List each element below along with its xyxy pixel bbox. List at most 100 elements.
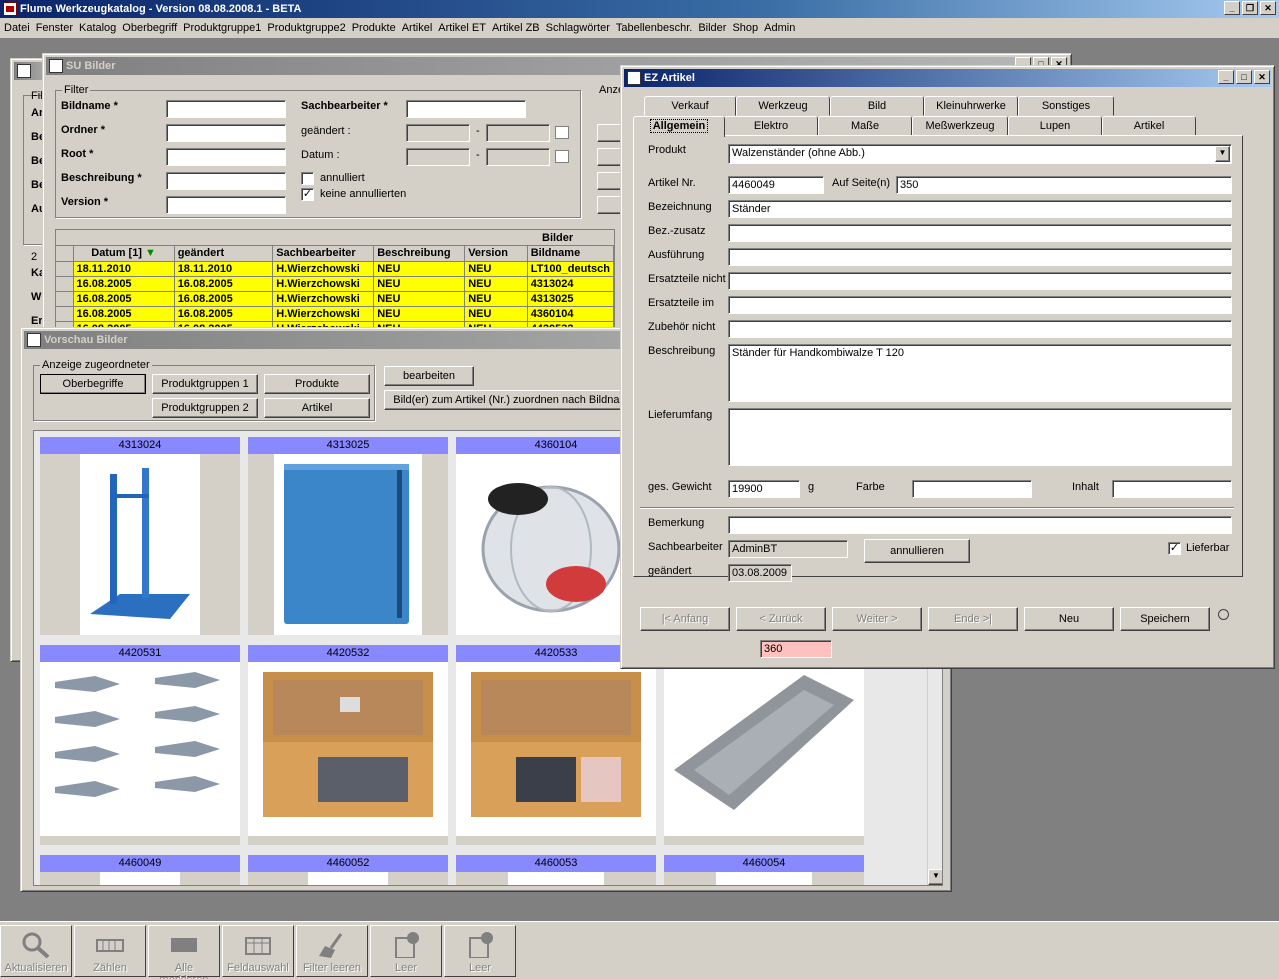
menu-bilder[interactable]: Bilder — [698, 22, 732, 34]
table-row[interactable]: 16.08.200516.08.2005H.WierzchowskiNEUNEU… — [56, 291, 614, 307]
image-tile[interactable]: 4420533 — [456, 645, 656, 845]
col-geaendert[interactable]: geändert — [174, 246, 274, 262]
ersatzteile-nicht-input[interactable] — [728, 272, 1232, 290]
image-tile[interactable] — [664, 645, 864, 845]
beschreibung-textarea[interactable]: Ständer für Handkombiwalze T 120 — [728, 344, 1232, 402]
ersatzteile-im-input[interactable] — [728, 296, 1232, 314]
zubehoer-nicht-input[interactable] — [728, 320, 1232, 338]
artikel-button[interactable]: Artikel — [264, 398, 370, 418]
tab-bild[interactable]: Bild — [830, 96, 924, 116]
geaendert-to-input[interactable] — [486, 124, 550, 142]
menu-tabellenbeschr[interactable]: Tabellenbeschr. — [616, 22, 698, 34]
menu-fenster[interactable]: Fenster — [36, 22, 79, 34]
tab-kleinuhrwerke[interactable]: Kleinuhrwerke — [924, 96, 1018, 116]
col-sachbearbeiter[interactable]: Sachbearbeiter — [272, 246, 375, 262]
col-bildname[interactable]: Bildname — [527, 246, 614, 262]
table-row[interactable]: 16.08.200516.08.2005H.WierzchowskiNEUNEU… — [56, 276, 614, 292]
menu-datei[interactable]: Datei — [4, 22, 36, 34]
leer-button-1[interactable]: Leer — [370, 925, 442, 977]
restore-button[interactable]: ❐ — [1242, 1, 1258, 15]
bearbeiten-button[interactable]: bearbeiten — [384, 366, 474, 386]
tab-artikel[interactable]: Artikel — [1102, 116, 1196, 136]
menu-admin[interactable]: Admin — [764, 22, 801, 34]
oberbegriffe-button[interactable]: Oberbegriffe — [40, 374, 146, 394]
minimize-button[interactable]: _ — [1218, 70, 1234, 84]
menu-katalog[interactable]: Katalog — [79, 22, 122, 34]
datum-to-input[interactable] — [486, 148, 550, 166]
ausfuehrung-input[interactable] — [728, 248, 1232, 266]
gewicht-input[interactable]: 19900 — [728, 480, 800, 498]
menu-produktgruppe1[interactable]: Produktgruppe1 — [183, 22, 267, 34]
bemerkung-input[interactable] — [728, 516, 1232, 534]
zaehlen-button[interactable]: Zählen — [74, 925, 146, 977]
menu-artikel-et[interactable]: Artikel ET — [438, 22, 492, 34]
aktualisieren-button[interactable]: Aktualisieren — [0, 925, 72, 977]
menu-produktgruppe2[interactable]: Produktgruppe2 — [267, 22, 351, 34]
root-input[interactable] — [166, 148, 286, 166]
farbe-input[interactable] — [912, 480, 1032, 498]
speichern-button[interactable]: Speichern — [1120, 607, 1210, 631]
version-input[interactable] — [166, 196, 286, 214]
table-row[interactable]: 18.11.2010 18.11.2010 H.Wierzchowski NEU NEU… — [56, 261, 614, 277]
chevron-down-icon[interactable]: ▼ — [1215, 146, 1230, 162]
filter-leeren-button[interactable]: Filter leeren — [296, 925, 368, 977]
lieferbar-checkbox[interactable]: ✓ — [1168, 542, 1181, 555]
weiter-button[interactable]: Weiter > — [832, 607, 922, 631]
tab-elektro[interactable]: Elektro — [724, 116, 818, 136]
image-tile[interactable]: 4420531 — [40, 645, 240, 845]
anfang-button[interactable]: |< Anfang — [640, 607, 730, 631]
table-row[interactable]: 16.08.200516.08.2005H.WierzchowskiNEUNEU… — [56, 306, 614, 322]
artikel-nr-input[interactable]: 4460049 — [728, 176, 824, 194]
produkt-select[interactable]: Walzenständer (ohne Abb.) — [728, 144, 1232, 164]
col-datum[interactable]: Datum [1] ▼ — [73, 246, 175, 262]
lieferumfang-textarea[interactable] — [728, 408, 1232, 466]
annulliert-checkbox[interactable] — [301, 172, 314, 185]
col-version[interactable]: Version — [464, 246, 528, 262]
close-button[interactable]: ✕ — [1260, 1, 1276, 15]
menu-artikel[interactable]: Artikel — [402, 22, 439, 34]
auf-seite-input[interactable]: 350 — [896, 176, 1232, 194]
inhalt-input[interactable] — [1112, 480, 1232, 498]
image-tile[interactable]: 4460054 — [664, 855, 864, 885]
beschreibung-input[interactable] — [166, 172, 286, 190]
zuordnen-button[interactable]: Bild(er) zum Artikel (Nr.) zuordnen nach… — [384, 390, 644, 410]
neu-button[interactable]: Neu — [1024, 607, 1114, 631]
tab-allgemein[interactable]: Allgemein — [633, 116, 725, 137]
tab-verkauf[interactable]: Verkauf — [644, 96, 736, 116]
alle-markieren-button[interactable]: Alle markieren — [148, 925, 220, 979]
calendar-icon[interactable] — [555, 126, 569, 139]
sachbearbeiter-input[interactable] — [406, 100, 526, 118]
keine-annullierten-checkbox[interactable]: ✓ — [301, 188, 314, 201]
tab-sonstiges[interactable]: Sonstiges — [1018, 96, 1114, 116]
menu-shop[interactable]: Shop — [732, 22, 764, 34]
tab-masse[interactable]: Maße — [818, 116, 912, 136]
menu-produkte[interactable]: Produkte — [352, 22, 402, 34]
image-tile[interactable]: 4460053 — [456, 855, 656, 885]
datum-from-input[interactable] — [406, 148, 470, 166]
annullieren-button[interactable]: annullieren — [864, 539, 970, 563]
menu-artikel-zb[interactable]: Artikel ZB — [492, 22, 546, 34]
ende-button[interactable]: Ende >| — [928, 607, 1018, 631]
tab-lupen[interactable]: Lupen — [1008, 116, 1102, 136]
bez-zusatz-input[interactable] — [728, 224, 1232, 242]
image-tile[interactable]: 4460049 — [40, 855, 240, 885]
feldauswahl-button[interactable]: Feldauswahl — [222, 925, 294, 977]
produktgruppen2-button[interactable]: Produktgruppen 2 — [152, 398, 258, 418]
image-tile[interactable]: 4420532 — [248, 645, 448, 845]
menu-oberbegriff[interactable]: Oberbegriff — [122, 22, 183, 34]
image-tile[interactable]: 4460052 — [248, 855, 448, 885]
ordner-input[interactable] — [166, 124, 286, 142]
close-button[interactable]: ✕ — [1254, 70, 1270, 84]
produkte-button[interactable]: Produkte — [264, 374, 370, 394]
col-beschreibung[interactable]: Beschreibung — [373, 246, 466, 262]
image-tile[interactable]: 4313024 — [40, 437, 240, 635]
minimize-button[interactable]: _ — [1224, 1, 1240, 15]
zurueck-button[interactable]: < Zurück — [736, 607, 826, 631]
leer-button-2[interactable]: Leer — [444, 925, 516, 977]
bildname-input[interactable] — [166, 100, 286, 118]
geaendert-from-input[interactable] — [406, 124, 470, 142]
menu-schlagwoerter[interactable]: Schlagwörter — [546, 22, 616, 34]
scroll-down-button[interactable]: ▼ — [928, 869, 942, 885]
produktgruppen1-button[interactable]: Produktgruppen 1 — [152, 374, 258, 394]
tab-messwerkzeug[interactable]: Meßwerkzeug — [912, 116, 1008, 136]
